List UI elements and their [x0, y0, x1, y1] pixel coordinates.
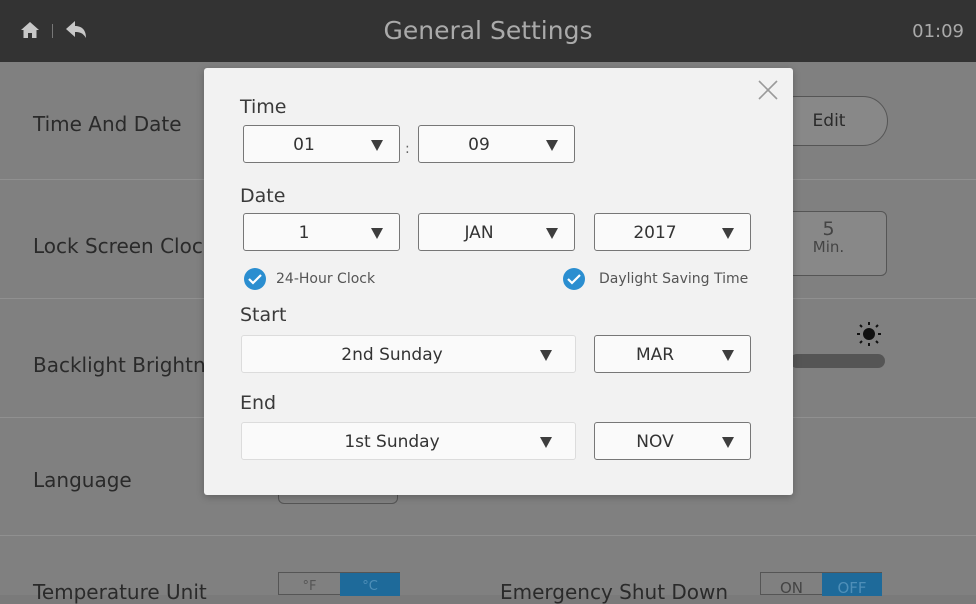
emergency-shutdown-toggle[interactable]: ON OFF: [760, 572, 882, 597]
row-label: Lock Screen Clock: [33, 234, 215, 258]
row-label: Language: [33, 468, 132, 492]
start-month-dropdown[interactable]: MAR: [594, 335, 751, 373]
check-icon: [248, 274, 262, 285]
emergency-on-option[interactable]: ON: [761, 573, 822, 597]
day-dropdown[interactable]: 1: [243, 213, 400, 251]
row-label: Time And Date: [33, 112, 182, 136]
top-bar: General Settings 01:09: [0, 0, 976, 62]
day-value: 1: [298, 223, 310, 243]
chevron-down-icon: [722, 228, 734, 239]
end-heading: End: [240, 392, 277, 414]
clock24-checkbox[interactable]: [244, 268, 266, 290]
close-icon[interactable]: [756, 78, 780, 102]
end-month-value: NOV: [636, 432, 674, 452]
hour-value: 01: [293, 135, 315, 155]
time-heading: Time: [240, 96, 287, 118]
hour-dropdown[interactable]: 01: [243, 125, 400, 163]
year-value: 2017: [633, 223, 677, 243]
chevron-down-icon: [546, 140, 558, 151]
start-week-value: 2nd Sunday: [341, 345, 443, 365]
chevron-down-icon: [371, 140, 383, 151]
time-date-dialog: Time 01 : 09 Date 1 JAN 2017 24-Hour Clo…: [204, 68, 793, 495]
start-heading: Start: [240, 304, 287, 326]
temperature-unit-toggle[interactable]: °F °C: [278, 572, 400, 596]
emergency-shutdown-label: Emergency Shut Down: [500, 580, 729, 604]
start-week-dropdown[interactable]: 2nd Sunday: [241, 335, 576, 373]
start-month-value: MAR: [635, 345, 675, 365]
sun-icon: [857, 322, 881, 346]
chevron-down-icon: [546, 228, 558, 239]
minute-value: 09: [468, 135, 490, 155]
chevron-down-icon: [722, 437, 734, 448]
daylight-saving-label: Daylight Saving Time: [599, 271, 749, 287]
fahrenheit-option[interactable]: °F: [279, 573, 340, 596]
clock24-label: 24-Hour Clock: [276, 271, 376, 287]
brightness-slider[interactable]: [790, 354, 885, 368]
chevron-down-icon: [371, 228, 383, 239]
daylight-saving-checkbox[interactable]: [563, 268, 585, 290]
emergency-off-option[interactable]: OFF: [822, 573, 882, 597]
month-value: JAN: [464, 223, 494, 243]
chevron-down-icon: [722, 350, 734, 361]
check-icon: [567, 274, 581, 285]
end-month-dropdown[interactable]: NOV: [594, 422, 751, 460]
minute-dropdown[interactable]: 09: [418, 125, 575, 163]
row-label: Temperature Unit: [33, 580, 207, 604]
time-separator: :: [405, 141, 410, 157]
clock-display: 01:09: [912, 21, 964, 42]
end-week-dropdown[interactable]: 1st Sunday: [241, 422, 576, 460]
date-heading: Date: [240, 185, 286, 207]
end-week-value: 1st Sunday: [344, 432, 440, 452]
chevron-down-icon: [540, 350, 552, 361]
month-dropdown[interactable]: JAN: [418, 213, 575, 251]
celsius-option[interactable]: °C: [340, 573, 400, 596]
chevron-down-icon: [540, 437, 552, 448]
page-title: General Settings: [383, 16, 593, 45]
year-dropdown[interactable]: 2017: [594, 213, 751, 251]
